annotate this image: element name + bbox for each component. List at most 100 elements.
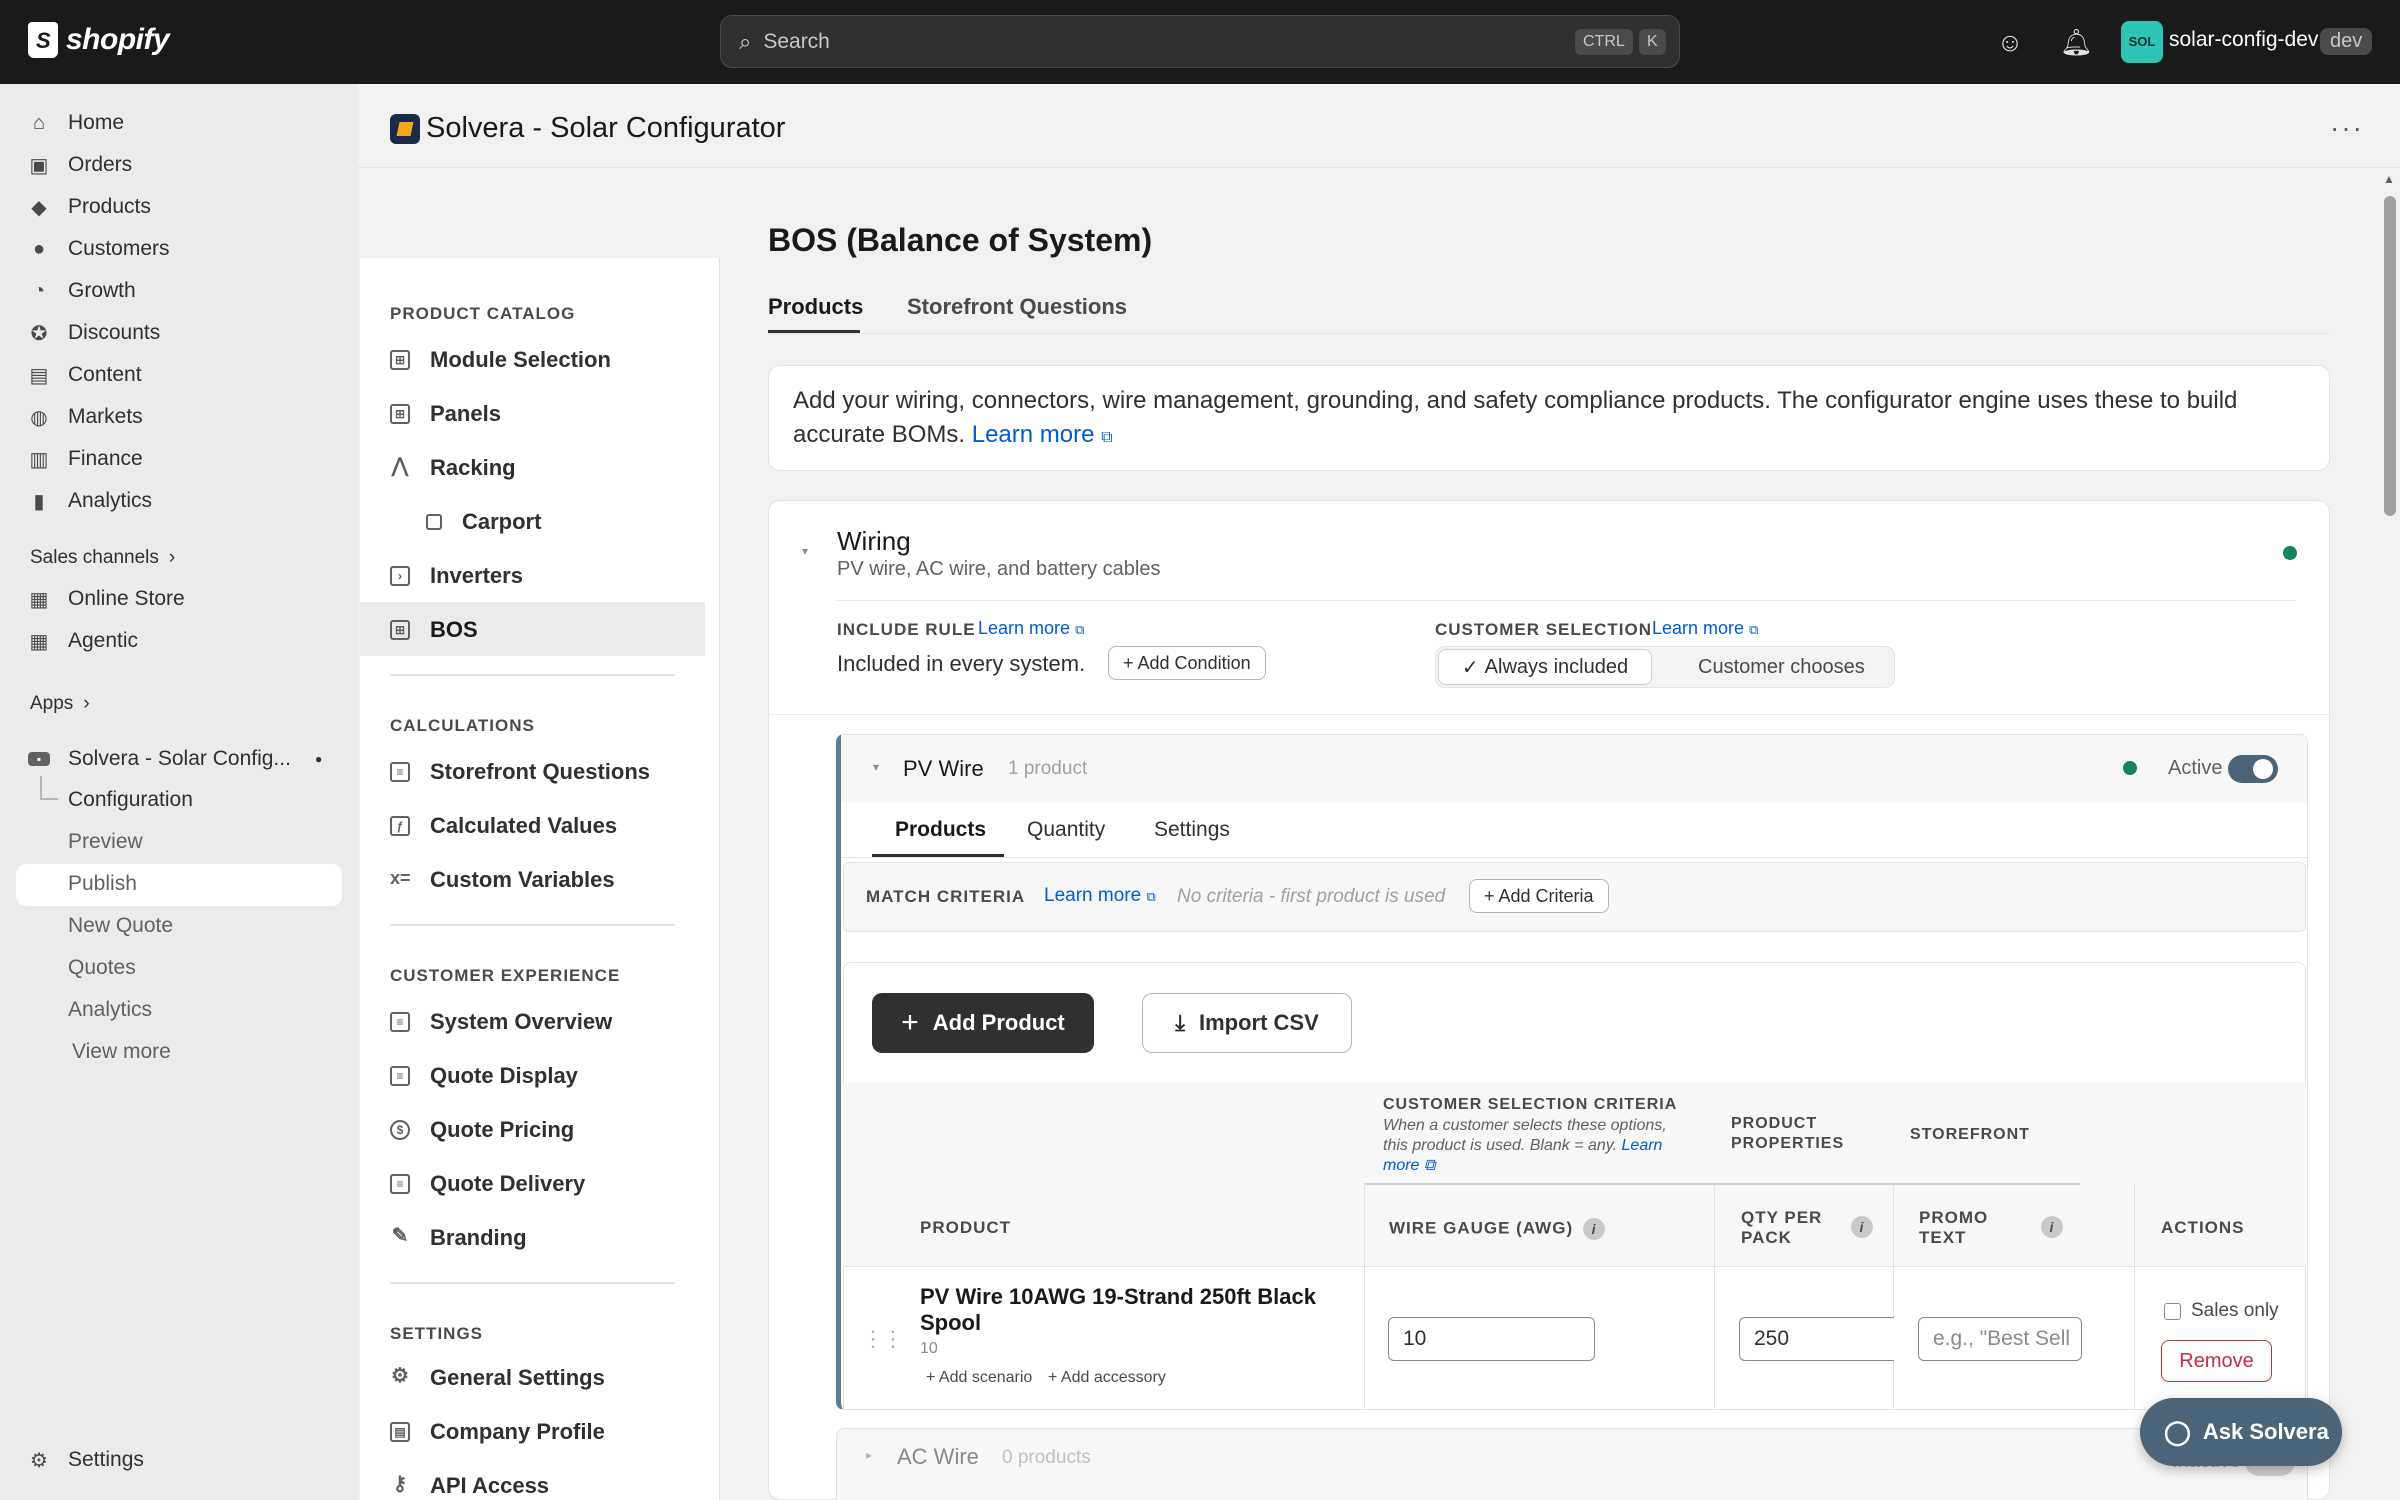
side-racking[interactable]: ⋀ Racking	[390, 448, 516, 488]
nav-settings[interactable]: ⚙ Settings	[28, 1442, 144, 1478]
pv-tab-quantity[interactable]: Quantity	[1027, 818, 1105, 842]
remove-button[interactable]: Remove	[2161, 1340, 2272, 1382]
pv-tab-settings[interactable]: Settings	[1154, 818, 1230, 842]
tab-storefront-questions[interactable]: Storefront Questions	[907, 294, 1127, 320]
nav-content[interactable]: ▤ Content	[28, 357, 142, 393]
nav-orders[interactable]: ▣ Orders	[28, 147, 133, 183]
store-avatar[interactable]: SOL	[2121, 21, 2163, 63]
search-bar[interactable]: ⌕ Search CTRL K	[720, 15, 1680, 68]
nav-markets[interactable]: ◍ Markets	[28, 399, 142, 435]
side-panels[interactable]: ⊞ Panels	[390, 394, 501, 434]
shopify-logo[interactable]: shopify	[28, 22, 170, 58]
product-name[interactable]: PV Wire 10AWG 19-Strand 250ft Black Spoo…	[920, 1284, 1340, 1336]
csc-note: When a customer selects these options, t…	[1383, 1116, 1683, 1176]
import-csv-button[interactable]: ⤓ Import CSV	[1142, 993, 1352, 1053]
bell-icon[interactable]: 🔔︎	[2060, 26, 2093, 58]
nav-discounts[interactable]: ✪ Discounts	[28, 315, 161, 351]
side-api-access[interactable]: ⚷ API Access	[390, 1466, 549, 1500]
tag-icon: ◆	[31, 196, 47, 219]
tab-products[interactable]: Products	[768, 294, 863, 320]
side-branding[interactable]: ✎ Branding	[390, 1218, 527, 1258]
info-icon[interactable]: i	[1583, 1218, 1606, 1240]
wiring-divider	[836, 600, 2296, 601]
info-icon[interactable]: i	[2041, 1216, 2063, 1238]
side-general-settings[interactable]: ⚙ General Settings	[390, 1358, 605, 1398]
include-rule-learn-more[interactable]: Learn more ⧉	[978, 618, 1084, 639]
match-criteria-learn-more[interactable]: Learn more ⧉	[1044, 885, 1156, 907]
nav-configuration[interactable]: Configuration	[68, 788, 193, 812]
side-carport[interactable]: Carport	[426, 502, 541, 542]
nav-new-quote[interactable]: New Quote	[68, 914, 173, 938]
side-bos[interactable]: ⊞ BOS	[390, 610, 478, 650]
side-storefront-questions[interactable]: ≡ Storefront Questions	[390, 752, 650, 792]
sales-only-checkbox[interactable]: Sales only	[2164, 1300, 2279, 1322]
nav-growth[interactable]: ◔ Growth	[28, 273, 136, 309]
nav-agentic[interactable]: ▦ Agentic	[28, 623, 139, 659]
pv-tab-products[interactable]: Products	[895, 818, 986, 842]
drag-handle-icon[interactable]: ⋮⋮	[862, 1326, 904, 1352]
add-accessory-link[interactable]: + Add accessory	[1048, 1369, 1166, 1387]
nav-finance[interactable]: ▥ Finance	[28, 441, 143, 477]
scrollbar-thumb[interactable]	[2384, 196, 2396, 516]
nav-products[interactable]: ◆ Products	[28, 189, 151, 225]
sidekick-icon[interactable]: ☺	[1994, 26, 2026, 58]
nav-quotes[interactable]: Quotes	[68, 956, 136, 980]
nav-view-more[interactable]: View more	[72, 1040, 171, 1064]
nav-label: Finance	[68, 447, 143, 470]
ask-solvera-button[interactable]: ◯ Ask Solvera	[2140, 1398, 2342, 1466]
solvera-logo-icon	[390, 114, 420, 144]
active-toggle[interactable]	[2228, 755, 2278, 783]
gear-icon: ⚙	[30, 1449, 48, 1472]
side-system-overview[interactable]: ≡ System Overview	[390, 1002, 612, 1042]
apps-heading[interactable]: Apps ›	[30, 686, 90, 722]
side-label: Custom Variables	[430, 867, 615, 892]
collapse-caret-icon[interactable]: ▾	[802, 544, 808, 558]
side-quote-delivery[interactable]: ≡ Quote Delivery	[390, 1164, 585, 1204]
collapse-caret-icon[interactable]: ▾	[873, 760, 879, 774]
customer-chooses-option[interactable]: Customer chooses	[1698, 656, 1865, 679]
side-inverters[interactable]: › Inverters	[390, 556, 523, 596]
side-custom-variables[interactable]: x= Custom Variables	[390, 860, 615, 900]
scroll-up-arrow-icon[interactable]: ▲	[2383, 172, 2395, 186]
nav-preview[interactable]: Preview	[68, 830, 143, 854]
qty-per-pack-input[interactable]: 250	[1739, 1317, 1894, 1361]
side-company-profile[interactable]: ▤ Company Profile	[390, 1412, 605, 1452]
chevron-right-icon: ›	[83, 693, 90, 714]
always-included-option[interactable]: ✓ Always included	[1438, 649, 1652, 685]
side-quote-pricing[interactable]: $ Quote Pricing	[390, 1110, 574, 1150]
nav-app-analytics[interactable]: Analytics	[68, 998, 152, 1022]
nav-app-solvera[interactable]: ▪ Solvera - Solar Config... ●	[28, 741, 322, 777]
nav-online-store[interactable]: ▦ Online Store	[28, 581, 185, 617]
add-criteria-button[interactable]: + Add Criteria	[1469, 879, 1609, 913]
intro-card: Add your wiring, connectors, wire manage…	[768, 365, 2330, 471]
side-module-selection[interactable]: ⊞ Module Selection	[390, 340, 611, 380]
nav-home[interactable]: ⌂ Home	[28, 105, 124, 141]
more-actions-icon[interactable]: ···	[2330, 112, 2364, 144]
customer-selection-learn-more[interactable]: Learn more ⧉	[1652, 618, 1758, 639]
sales-channels-heading[interactable]: Sales channels ›	[30, 540, 175, 576]
nav-publish[interactable]: Publish	[68, 872, 137, 896]
intro-learn-more-link[interactable]: Learn more ⧉	[972, 421, 1113, 448]
toggle-knob	[2253, 759, 2273, 779]
side-label: BOS	[430, 617, 478, 642]
plus-icon: +	[901, 1006, 919, 1039]
wire-gauge-input[interactable]: 10	[1388, 1317, 1595, 1361]
include-rule-label: INCLUDE RULE	[837, 620, 976, 639]
side-calculated-values[interactable]: ƒ Calculated Values	[390, 806, 617, 846]
promo-text-input[interactable]: e.g., "Best Sell	[1918, 1317, 2082, 1361]
store-name[interactable]: solar-config-dev	[2169, 28, 2318, 52]
nav-analytics[interactable]: ▮ Analytics	[28, 483, 152, 519]
add-product-button[interactable]: + Add Product	[872, 993, 1094, 1053]
image-icon: ▤	[29, 364, 49, 387]
nav-customers[interactable]: ● Customers	[28, 231, 170, 267]
side-label: API Access	[430, 1473, 550, 1498]
add-scenario-link[interactable]: + Add scenario	[926, 1369, 1032, 1387]
side-quote-display[interactable]: ≡ Quote Display	[390, 1056, 578, 1096]
add-condition-button[interactable]: + Add Condition	[1108, 646, 1266, 680]
expand-caret-icon[interactable]: ▸	[866, 1448, 872, 1462]
info-icon[interactable]: i	[1851, 1216, 1873, 1238]
config-item-bg	[16, 864, 342, 906]
external-link-icon: ⧉	[1749, 622, 1759, 637]
col-divider	[1714, 1183, 1715, 1410]
nav-label: Analytics	[68, 489, 153, 512]
